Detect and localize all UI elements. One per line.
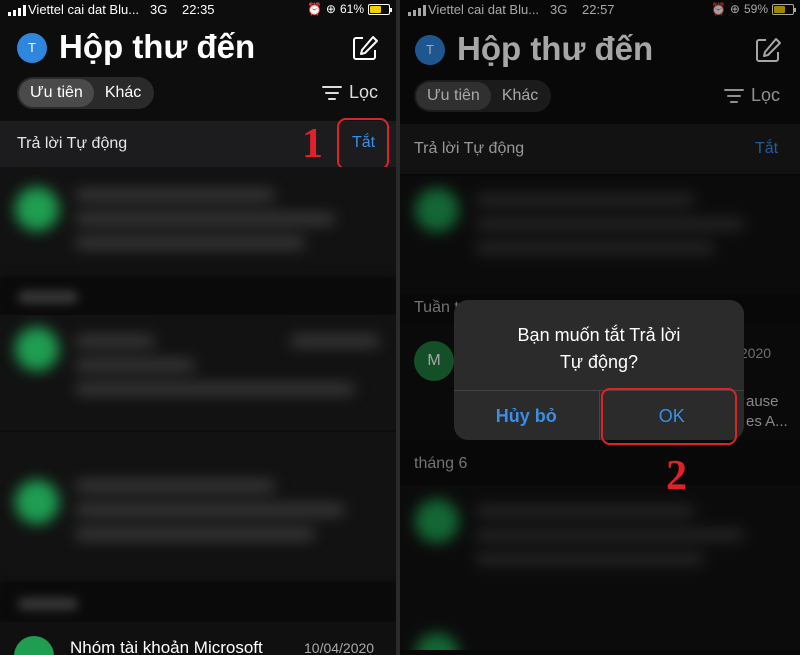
highlight-ok-button	[601, 388, 737, 445]
step-number: 1	[302, 121, 323, 167]
filter-button[interactable]: Lọc	[322, 82, 378, 103]
tab-focused[interactable]: Ưu tiên	[19, 79, 94, 107]
dialog-message-line2: Tự động?	[559, 352, 639, 372]
rotation-lock-icon: ⊕	[325, 2, 336, 16]
filter-label: Lọc	[349, 82, 379, 102]
blurred-mail-2	[0, 315, 396, 430]
carrier-name: Viettel cai dat Blu...	[28, 2, 140, 17]
signal-icon	[8, 5, 26, 16]
tab-other[interactable]: Khác	[94, 79, 152, 107]
battery-icon	[368, 4, 392, 15]
blurred-mail-3	[0, 432, 396, 582]
status-icons: ⏰ ⊕ 61%	[307, 2, 364, 16]
page-title: Hộp thư đến	[59, 28, 256, 65]
dialog-message-line1: Bạn muốn tắt Trả lời	[517, 325, 681, 345]
left-screenshot: Viettel cai dat Blu... 3G 22:35 ⏰ ⊕ 61% …	[0, 0, 396, 655]
mail-sender: Nhóm tài khoản Microsoft	[70, 638, 263, 655]
blurred-section-2	[0, 582, 396, 622]
battery-percent: 61%	[339, 2, 364, 16]
mail-date: 10/04/2020	[304, 640, 375, 655]
blurred-section	[0, 277, 396, 315]
account-avatar[interactable]: T	[17, 33, 47, 63]
right-screenshot: Viettel cai dat Blu... 3G 22:57 ⏰ ⊕ 59% …	[400, 0, 800, 655]
status-time: 22:35	[182, 2, 215, 17]
compose-icon[interactable]	[351, 34, 379, 62]
sender-avatar	[14, 636, 54, 655]
step-number: 2	[666, 453, 687, 499]
auto-reply-label: Trả lời Tự động	[17, 135, 128, 152]
dialog-message: Bạn muốn tắt Trả lời Tự động?	[454, 322, 744, 376]
cancel-button[interactable]: Hủy bỏ	[454, 391, 600, 440]
mail-item-microsoft[interactable]: Nhóm tài khoản Microsoft 10/04/2020	[0, 622, 396, 655]
highlight-off-button	[337, 118, 389, 170]
filter-icon	[322, 85, 342, 100]
blurred-mail-1	[0, 167, 396, 277]
alarm-icon: ⏰	[306, 2, 322, 16]
inbox-tabs: Ưu tiên Khác	[17, 77, 155, 109]
status-bar: Viettel cai dat Blu... 3G 22:35 ⏰ ⊕ 61%	[0, 0, 396, 20]
network-type: 3G	[150, 2, 168, 17]
